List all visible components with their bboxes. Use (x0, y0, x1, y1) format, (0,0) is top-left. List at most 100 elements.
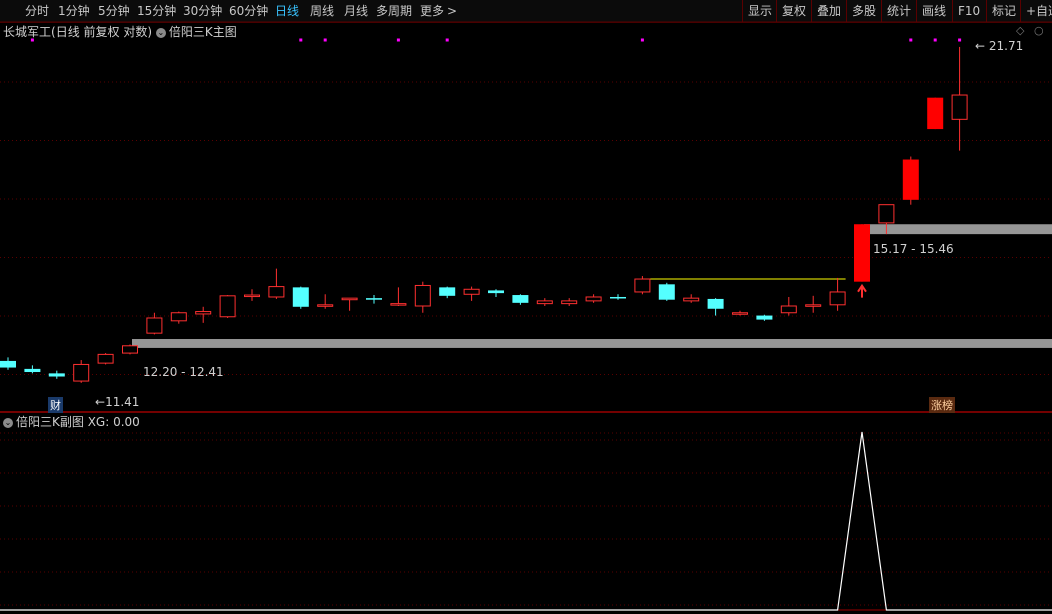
band-low-label: 12.20 - 12.41 (143, 365, 224, 379)
candles (0, 46, 968, 383)
candle (317, 294, 334, 309)
candle (585, 294, 602, 303)
candle-body (366, 298, 382, 300)
main-panel-title: 长城军工(日线 前复权 对数) ⌄ 倍阳三K主图 (3, 23, 237, 40)
candle (268, 268, 285, 299)
candle (951, 46, 968, 151)
candle (439, 286, 456, 299)
arrow-icon: ← (95, 395, 106, 409)
candle-body (488, 290, 504, 294)
sub-indicator-name[interactable]: 倍阳三K副图 (16, 415, 84, 429)
limit-up-badge[interactable]: 涨榜 (929, 397, 955, 413)
top-marker (958, 38, 962, 42)
candle-body (732, 312, 748, 315)
kline-chart[interactable] (0, 0, 1052, 614)
candle (561, 298, 578, 306)
candle-body (610, 296, 626, 299)
candle (146, 312, 163, 335)
candle (219, 295, 236, 318)
top-marker (299, 38, 303, 42)
candle-body (634, 278, 651, 293)
candle-body (951, 94, 968, 120)
finance-badge[interactable]: 财 (48, 397, 63, 413)
xg-line (0, 431, 1052, 611)
band-high-label: 15.17 - 15.46 (873, 242, 954, 256)
top-marker (640, 38, 644, 42)
candle (805, 295, 822, 313)
candle-body (0, 360, 16, 368)
candle-body (292, 287, 309, 307)
circle-icon[interactable]: ○ (1034, 24, 1044, 37)
candle-body (902, 159, 919, 200)
candle-body (512, 295, 529, 303)
candle (341, 297, 358, 311)
diamond-icon[interactable]: ◇ (1016, 24, 1024, 37)
candle-body (439, 287, 456, 296)
chevron-down-icon[interactable]: ⌄ (3, 417, 13, 428)
candle (756, 314, 773, 321)
candle-body (170, 312, 187, 322)
candle (732, 310, 748, 316)
candle-body (463, 288, 480, 295)
chart-params: (日线 前复权 对数) (51, 25, 153, 39)
sub-panel-title: ⌄ 倍阳三K副图 XG: 0.00 (3, 413, 140, 430)
candle-body (219, 295, 236, 318)
xg-value: XG: 0.00 (87, 415, 140, 429)
candle-body (854, 224, 870, 282)
low-price-label: ←11.41 (95, 395, 139, 409)
candle (536, 298, 553, 306)
main-indicator-name[interactable]: 倍阳三K主图 (169, 25, 237, 39)
candle (512, 294, 529, 305)
candle-body (244, 294, 260, 298)
candle-body (683, 297, 700, 302)
stock-name: 长城军工 (3, 25, 52, 39)
candle-body (122, 345, 138, 354)
high-price-label: ← 21.71 (975, 39, 1023, 53)
candle (24, 365, 41, 374)
candle (634, 276, 651, 295)
candle-body (317, 304, 334, 307)
candle (122, 344, 138, 355)
candle-body (146, 317, 163, 334)
chevron-down-icon[interactable]: ⌄ (155, 27, 166, 38)
candle (610, 294, 626, 300)
candle (170, 311, 187, 324)
band-high (864, 224, 1052, 235)
candle-body (195, 311, 212, 315)
low-price-value: 11.41 (105, 395, 140, 409)
candle-body (756, 315, 773, 320)
candle-body (780, 305, 797, 314)
candle (195, 306, 212, 323)
top-marker (445, 38, 449, 42)
signal-arrow-icon (857, 283, 867, 298)
candle-body (927, 97, 944, 130)
candle (48, 370, 65, 379)
candle (463, 286, 480, 301)
xg-series-line (0, 431, 1052, 611)
candle (390, 287, 407, 306)
candle (707, 298, 724, 316)
top-marker (909, 38, 913, 42)
candle (854, 224, 870, 282)
band-low (132, 339, 1052, 348)
grid-lines (0, 21, 1052, 611)
candle (0, 357, 16, 370)
candle (780, 296, 797, 316)
candle-body (707, 298, 724, 309)
candle-body (48, 373, 65, 377)
candle-body (536, 300, 553, 305)
candle-body (97, 353, 114, 364)
candle (683, 294, 700, 303)
candle-body (829, 291, 846, 306)
candle (244, 289, 260, 301)
candle-body (561, 300, 578, 305)
candle (414, 281, 431, 313)
candle (902, 156, 919, 205)
candle-body (585, 296, 602, 302)
candle (97, 353, 114, 365)
candle-body (24, 368, 41, 373)
candle-body (658, 284, 675, 300)
candle (488, 289, 504, 297)
candle-body (414, 284, 431, 307)
candle (73, 360, 90, 383)
